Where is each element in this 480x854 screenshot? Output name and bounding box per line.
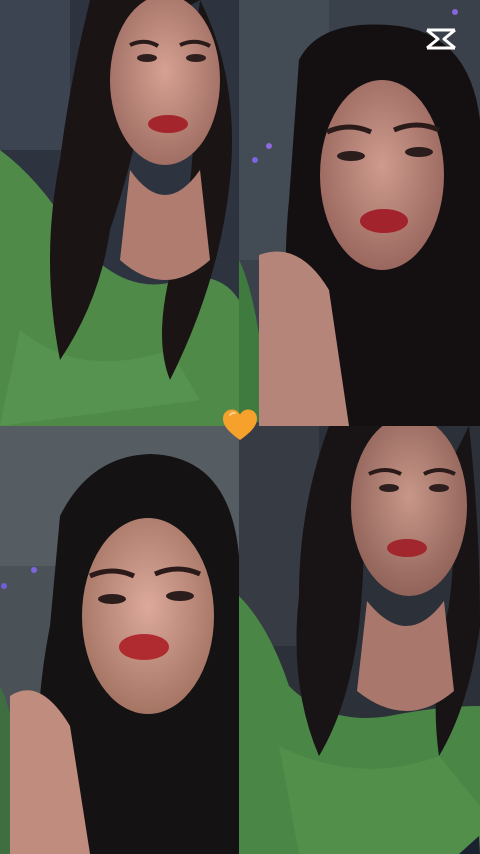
orange-heart-icon: [221, 407, 259, 443]
photo-top-left: [0, 0, 239, 426]
photo-bottom-left: [0, 426, 239, 854]
photo-bottom-right: [239, 426, 480, 854]
capcut-logo-icon: [424, 26, 458, 52]
photo-top-right: [239, 0, 480, 426]
